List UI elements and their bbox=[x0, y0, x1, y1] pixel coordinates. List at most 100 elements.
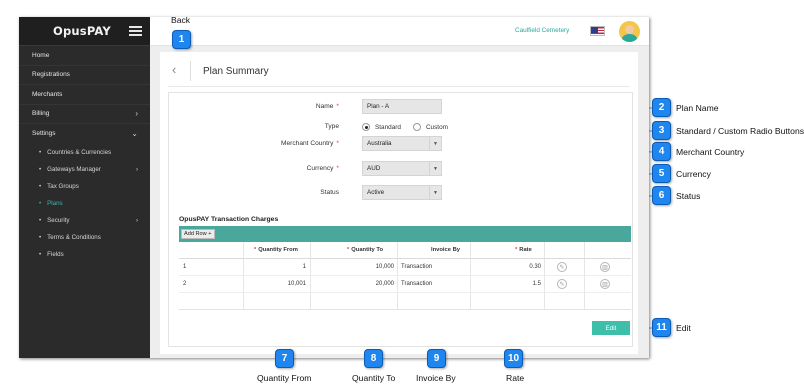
quantity-to-cell: 20,000 bbox=[375, 281, 394, 287]
quantity-from-cell: 1 bbox=[302, 264, 306, 270]
sidebar-item-terms-conditions[interactable]: Terms & Conditions bbox=[19, 229, 150, 246]
sidebar-item-gateways-manager[interactable]: Gateways Manager› bbox=[19, 161, 150, 178]
callout-label-type: Standard / Custom Radio Buttons bbox=[676, 126, 804, 136]
edit-pencil-icon[interactable]: ✎ bbox=[557, 262, 567, 272]
trash-icon[interactable]: ▥ bbox=[600, 279, 610, 289]
plan-form-panel: Name * Plan - A Type Standard Custom Merc… bbox=[168, 92, 633, 347]
organization-link[interactable]: Caulfield Cemetery bbox=[515, 27, 569, 34]
us-flag-icon[interactable] bbox=[590, 26, 605, 36]
callout-label-rate: Rate bbox=[506, 373, 525, 383]
merchant-country-label: Merchant Country * bbox=[281, 140, 339, 147]
sidebar-item-home[interactable]: Home bbox=[19, 46, 150, 66]
charges-table-header: * Quantity From * Quantity To Invoice By *… bbox=[179, 242, 631, 259]
rate-cell: 1.5 bbox=[532, 281, 541, 287]
callout-label-currency: Currency bbox=[676, 169, 711, 179]
callout-label-country: Merchant Country bbox=[676, 147, 745, 157]
callout-badge-10: 10 bbox=[504, 349, 523, 368]
col-invoice-by: Invoice By bbox=[431, 247, 460, 253]
type-radio-standard-label: Standard bbox=[375, 123, 401, 131]
col-rate: * Rate bbox=[515, 247, 532, 253]
currency-select[interactable]: AUD ▼ bbox=[362, 161, 442, 176]
charges-section-title: OpusPAY Transaction Charges bbox=[179, 216, 279, 223]
type-radio-group: Standard Custom bbox=[362, 123, 460, 131]
callout-label-plan-name: Plan Name bbox=[676, 103, 719, 113]
callout-badge-9: 9 bbox=[427, 349, 446, 368]
edit-pencil-icon[interactable]: ✎ bbox=[557, 279, 567, 289]
quantity-from-cell: 10,001 bbox=[287, 281, 306, 287]
required-mark: * bbox=[336, 165, 339, 172]
callout-badge-1: 1 bbox=[172, 30, 191, 49]
chevron-right-icon: › bbox=[135, 216, 138, 224]
callout-label-status: Status bbox=[676, 191, 701, 201]
title-divider bbox=[190, 61, 191, 81]
brand-bar: OpusPAY bbox=[19, 17, 150, 46]
sidebar-item-fields[interactable]: Fields bbox=[19, 246, 150, 263]
merchant-country-select[interactable]: Australia ▼ bbox=[362, 136, 442, 151]
hamburger-menu-icon[interactable] bbox=[129, 26, 142, 36]
row-index: 1 bbox=[183, 264, 187, 270]
sidebar-item-security[interactable]: Security› bbox=[19, 212, 150, 229]
sidebar-nav: Home Registrations Merchants Billing › Se… bbox=[19, 46, 150, 144]
chevron-right-icon: › bbox=[135, 109, 138, 119]
required-mark: * bbox=[336, 140, 339, 147]
settings-subnav: Countries & Currencies Gateways Manager›… bbox=[19, 144, 150, 263]
quantity-to-cell: 10,000 bbox=[375, 264, 394, 270]
callout-label-quantity-from: Quantity From bbox=[257, 373, 312, 383]
callout-badge-4: 4 bbox=[652, 142, 671, 161]
sidebar-item-plans[interactable]: Plans bbox=[19, 195, 150, 212]
chevron-right-icon: › bbox=[135, 165, 138, 173]
status-select[interactable]: Active ▼ bbox=[362, 185, 442, 200]
chevron-down-icon: ▼ bbox=[429, 162, 441, 175]
type-radio-custom-label: Custom bbox=[425, 123, 448, 131]
callout-badge-8: 8 bbox=[364, 349, 383, 368]
required-mark: * bbox=[336, 103, 339, 110]
currency-label: Currency * bbox=[306, 165, 339, 172]
rate-cell: 0.30 bbox=[529, 264, 541, 270]
charges-table: Add Row + * Quantity From * Quantity To In… bbox=[179, 226, 631, 310]
callout-label-quantity-to: Quantity To bbox=[352, 373, 396, 383]
type-label: Type bbox=[324, 123, 339, 130]
row-index: 2 bbox=[183, 281, 187, 287]
plan-summary-card: ‹ Plan Summary Name * Plan - A Type Stand… bbox=[160, 52, 638, 354]
avatar[interactable] bbox=[619, 21, 640, 42]
sidebar-item-settings[interactable]: Settings ⌄ bbox=[19, 124, 150, 144]
table-row: 2 10,001 20,000 Transaction 1.5 ✎ ▥ bbox=[179, 276, 631, 293]
callout-badge-11: 11 bbox=[652, 318, 671, 337]
top-bar: Caulfield Cemetery bbox=[150, 17, 649, 46]
chevron-down-icon: ⌄ bbox=[131, 129, 138, 139]
callout-label-invoice-by: Invoice By bbox=[416, 373, 456, 383]
charges-table-toolbar: Add Row + bbox=[179, 226, 631, 242]
sidebar-item-merchants[interactable]: Merchants bbox=[19, 85, 150, 105]
back-icon[interactable]: ‹ bbox=[172, 63, 186, 78]
trash-icon[interactable]: ▥ bbox=[600, 262, 610, 272]
status-label: Status bbox=[320, 189, 339, 196]
sidebar-item-tax-groups[interactable]: Tax Groups bbox=[19, 178, 150, 195]
invoice-by-cell: Transaction bbox=[401, 264, 433, 270]
chevron-down-icon: ▼ bbox=[429, 137, 441, 150]
chevron-down-icon: ▼ bbox=[429, 186, 441, 199]
col-quantity-to: * Quantity To bbox=[347, 247, 384, 253]
sidebar-item-registrations[interactable]: Registrations bbox=[19, 66, 150, 85]
callout-badge-7: 7 bbox=[275, 349, 294, 368]
sidebar-item-billing[interactable]: Billing › bbox=[19, 105, 150, 124]
table-row-empty bbox=[179, 293, 631, 310]
callout-label-back: Back bbox=[171, 15, 191, 25]
add-row-button[interactable]: Add Row + bbox=[181, 229, 215, 239]
edit-button[interactable]: Edit bbox=[592, 321, 630, 335]
app-screenshot: OpusPAY Home Registrations Merchants Bil… bbox=[19, 17, 649, 358]
type-radio-custom[interactable] bbox=[412, 123, 421, 131]
sidebar: OpusPAY Home Registrations Merchants Bil… bbox=[19, 17, 150, 358]
brand-logo: OpusPAY bbox=[53, 24, 111, 38]
page-title: Plan Summary bbox=[203, 66, 269, 77]
sidebar-item-countries-currencies[interactable]: Countries & Currencies bbox=[19, 144, 150, 161]
type-radio-standard[interactable] bbox=[362, 123, 370, 131]
name-field[interactable]: Plan - A bbox=[362, 99, 442, 114]
table-row: 1 1 10,000 Transaction 0.30 ✎ ▥ bbox=[179, 259, 631, 276]
invoice-by-cell: Transaction bbox=[401, 281, 433, 287]
col-quantity-from: * Quantity From bbox=[254, 247, 298, 253]
callout-badge-2: 2 bbox=[652, 98, 671, 117]
callout-label-edit: Edit bbox=[676, 323, 691, 333]
callout-badge-5: 5 bbox=[652, 164, 671, 183]
callout-badge-6: 6 bbox=[652, 186, 671, 205]
title-underline bbox=[168, 86, 630, 87]
